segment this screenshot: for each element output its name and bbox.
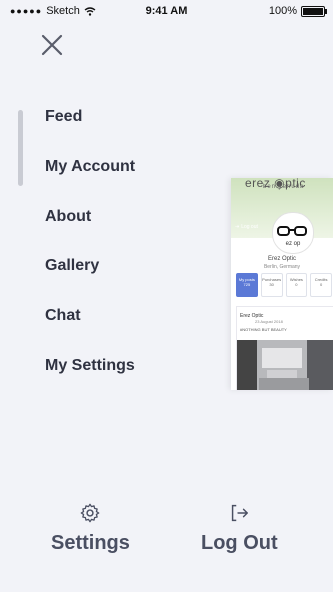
tab-my-posts: My posts 725 bbox=[236, 273, 258, 297]
post-image bbox=[237, 340, 333, 390]
brand-subtitle: ben yehuda bbox=[263, 184, 305, 190]
gear-icon bbox=[81, 503, 100, 523]
post-card: Erez Optic 23 August 2018 #NOTHING BUT B… bbox=[236, 306, 333, 390]
logout-icon: ⇥ bbox=[235, 224, 240, 230]
battery-percent: 100% bbox=[268, 5, 297, 17]
menu-item-chat[interactable]: Chat bbox=[45, 307, 81, 325]
menu-item-about[interactable]: About bbox=[45, 208, 91, 226]
logout-label: Log Out bbox=[201, 532, 278, 554]
menu-item-gallery[interactable]: Gallery bbox=[45, 257, 99, 275]
settings-button[interactable]: Settings bbox=[51, 502, 130, 555]
post-text: #NOTHING BUT BEAUTY bbox=[240, 327, 287, 332]
svg-text:ez op: ez op bbox=[286, 241, 301, 247]
tab-credits: Credits 0 bbox=[310, 273, 332, 297]
tab-wishes: Wishes 0 bbox=[285, 273, 308, 297]
profile-location: Berlin, Germany bbox=[263, 264, 301, 270]
profile-name: Erez Optic bbox=[267, 256, 296, 262]
profile-tabs: My posts 725 Purchases 30 Wishes 0 Credits 0 bbox=[236, 273, 332, 297]
preview-logout-label: Log out bbox=[241, 224, 258, 230]
post-date: 23 August 2018 bbox=[255, 319, 283, 324]
logout-button[interactable]: Log Out bbox=[201, 502, 278, 555]
menu-scroll-indicator[interactable] bbox=[18, 110, 23, 186]
menu-item-feed[interactable]: Feed bbox=[45, 108, 82, 126]
settings-label: Settings bbox=[51, 532, 130, 554]
menu-item-my-account[interactable]: My Account bbox=[45, 158, 135, 176]
battery-icon bbox=[301, 5, 327, 17]
app-screen-preview[interactable]: erez ◉ptic ben yehuda ⇥ Log out ez op Er… bbox=[231, 178, 333, 390]
tab-purchases: Purchases 30 bbox=[260, 273, 283, 297]
avatar: ez op bbox=[272, 212, 314, 254]
menu-item-my-settings[interactable]: My Settings bbox=[45, 357, 135, 375]
preview-logout: ⇥ Log out bbox=[235, 224, 258, 230]
close-icon[interactable] bbox=[40, 33, 64, 57]
logout-icon bbox=[232, 504, 249, 522]
status-bar: ●●●●● Sketch 9:41 AM 100% bbox=[0, 0, 333, 20]
